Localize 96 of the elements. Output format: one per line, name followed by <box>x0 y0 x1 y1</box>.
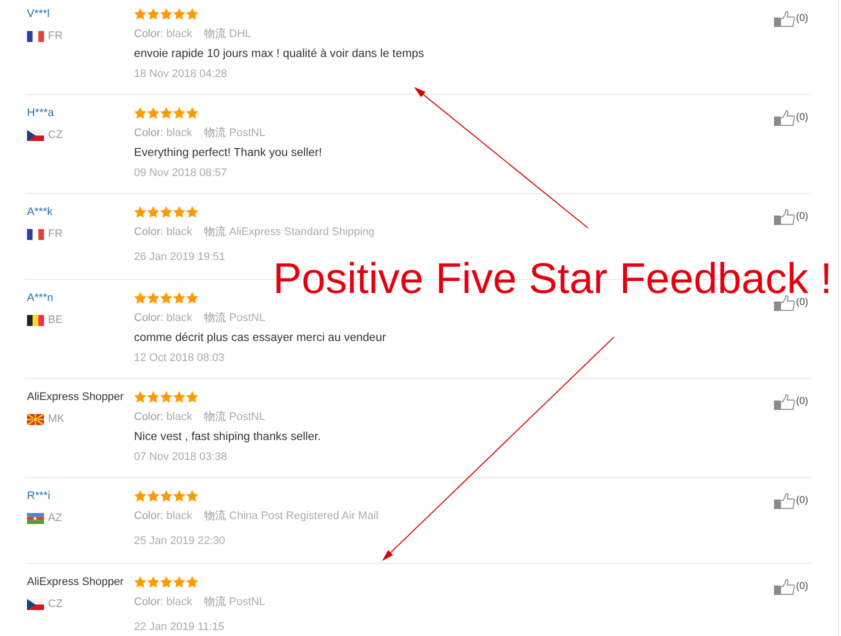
shipping-method: 物流 PostNL <box>204 310 266 326</box>
star-icon <box>134 206 146 218</box>
star-icon <box>160 206 172 218</box>
review-text: Nice vest , fast shiping thanks seller. <box>134 429 321 445</box>
flag-icon <box>27 598 44 610</box>
product-color: Color: black <box>134 310 192 326</box>
flag-icon <box>27 228 44 240</box>
flag-icon <box>27 30 44 42</box>
thumbs-up-icon <box>774 579 795 595</box>
shipping-method: 物流 PostNL <box>204 410 266 425</box>
like-button[interactable]: (0) <box>774 493 808 509</box>
thumbs-up-icon <box>774 110 795 126</box>
star-icon <box>186 576 198 588</box>
star-icon <box>160 292 172 304</box>
review-date: 07 Nov 2018 03:38 <box>134 450 227 465</box>
star-icon <box>173 206 186 218</box>
star-icon <box>160 490 172 502</box>
reviewer-name[interactable]: AliExpress Shopper <box>27 387 124 407</box>
flag-icon <box>27 130 44 140</box>
star-icon <box>186 292 198 304</box>
shipping-method: 物流 PostNL <box>204 126 266 141</box>
product-color: Color: black <box>134 508 192 524</box>
country-code: CZ <box>48 597 63 612</box>
reviewer-name[interactable]: A***k <box>27 202 53 222</box>
shipping-method: 物流 DHL <box>204 26 252 42</box>
star-icon <box>147 391 160 403</box>
like-button[interactable]: (0) <box>774 11 808 27</box>
thumbs-up-icon <box>774 295 795 311</box>
review-text: Everything perfect! Thank you seller! <box>134 145 322 161</box>
star-icon <box>134 292 146 304</box>
like-button[interactable]: (0) <box>774 579 808 595</box>
shipping-method: 物流 AliExpress Standard Shipping <box>204 224 375 240</box>
country-code: CZ <box>48 128 63 143</box>
country-code: MK <box>48 412 64 427</box>
star-icon <box>173 391 186 403</box>
star-icon <box>147 8 160 20</box>
star-icon <box>173 576 186 588</box>
review-text: comme décrit plus cas essayer merci au vendeur <box>134 330 386 346</box>
like-button[interactable]: (0) <box>774 394 808 410</box>
review-date: 12 Oct 2018 08:03 <box>134 351 225 366</box>
thumbs-up-icon <box>774 209 795 225</box>
review-text: envoie rapide 10 jours max ! qualité à voir dans le temps <box>134 46 424 62</box>
flag-icon <box>27 314 44 326</box>
product-color: Color: black <box>134 410 192 425</box>
flag-icon <box>27 414 44 424</box>
star-icon <box>186 107 198 119</box>
star-icon <box>147 576 160 588</box>
review-date: 18 Nov 2018 04:28 <box>134 67 227 82</box>
like-button[interactable]: (0) <box>774 209 808 225</box>
star-icon <box>147 107 160 119</box>
flag-icon <box>27 512 44 524</box>
star-icon <box>134 490 146 502</box>
reviewer-name[interactable]: H***a <box>27 103 54 123</box>
shipping-method: 物流 China Post Registered Air Mail <box>204 508 378 524</box>
star-icon <box>186 206 198 218</box>
thumbs-up-icon <box>774 394 795 410</box>
thumbs-up-icon <box>774 11 795 27</box>
star-icon <box>134 8 146 20</box>
review-date: 26 Jan 2019 19:51 <box>134 250 226 265</box>
like-button[interactable]: (0) <box>774 295 808 311</box>
star-icon <box>134 391 146 403</box>
star-icon <box>186 391 198 403</box>
like-button[interactable]: (0) <box>774 110 808 126</box>
reviewer-name[interactable]: AliExpress Shopper <box>27 572 124 592</box>
product-color: Color: black <box>134 594 192 610</box>
review-date: 09 Nov 2018 08:57 <box>134 166 227 181</box>
thumbs-up-icon <box>774 493 795 509</box>
reviewer-name[interactable]: V***l <box>27 4 50 24</box>
product-color: Color: black <box>134 224 192 240</box>
reviewer-name[interactable]: A***n <box>27 288 54 308</box>
review-date: 22 Jan 2019 11:15 <box>134 620 224 635</box>
star-icon <box>173 8 186 20</box>
star-icon <box>147 206 160 218</box>
star-icon <box>147 490 160 502</box>
callout-text: Positive Five Star Feedback ! <box>273 264 832 295</box>
country-code: BE <box>48 313 63 328</box>
star-icon <box>160 8 172 20</box>
review-date: 25 Jan 2019 22:30 <box>134 534 226 549</box>
product-color: Color: black <box>134 126 192 141</box>
shipping-method: 物流 PostNL <box>204 594 266 610</box>
star-icon <box>173 107 186 119</box>
star-icon <box>160 576 172 588</box>
star-icon <box>160 391 172 403</box>
star-icon <box>186 490 198 502</box>
star-icon <box>134 576 146 588</box>
country-code: AZ <box>48 511 62 526</box>
star-icon <box>147 292 160 304</box>
star-icon <box>173 292 186 304</box>
star-icon <box>173 490 186 502</box>
star-icon <box>134 107 146 119</box>
reviewer-name[interactable]: R***i <box>27 486 50 506</box>
country-code: FR <box>48 227 63 242</box>
star-icon <box>160 107 172 119</box>
country-code: FR <box>48 29 63 44</box>
star-icon <box>186 8 198 20</box>
product-color: Color: black <box>134 26 192 42</box>
